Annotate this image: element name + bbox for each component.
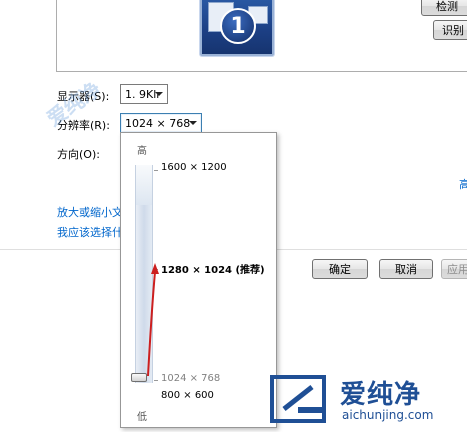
slider-tick: [154, 170, 158, 171]
watermark-logo-icon: [270, 375, 326, 423]
resolution-slider-thumb[interactable]: [131, 373, 147, 382]
watermark-url: aichunjing.com: [342, 408, 434, 422]
resolution-select-value: 1024 × 768: [125, 116, 191, 130]
cancel-button[interactable]: 取消: [379, 259, 433, 279]
monitor-number-badge: 1: [220, 8, 256, 44]
slider-low-label: 低: [137, 412, 147, 423]
chevron-down-icon: [189, 121, 197, 125]
detect-button[interactable]: 检测: [421, 0, 467, 16]
display-select[interactable]: 1. 9Klr: [120, 84, 168, 104]
identify-button[interactable]: 识别: [433, 20, 467, 40]
resolution-option[interactable]: 1600 × 1200: [161, 162, 227, 173]
slider-track-highlight: [136, 165, 152, 205]
resolution-option-recommended[interactable]: 1280 × 1024 (推荐): [161, 261, 265, 276]
chevron-down-icon: [155, 92, 163, 96]
watermark-title: 爱纯净: [340, 380, 422, 410]
slider-tick: [154, 269, 158, 270]
advanced-settings-link[interactable]: 高: [459, 176, 467, 192]
slider-tick: [154, 380, 158, 381]
resolution-select[interactable]: 1024 × 768: [120, 113, 202, 133]
resolution-option-current[interactable]: 1024 × 768: [161, 373, 220, 384]
apply-button[interactable]: 应用: [441, 259, 467, 279]
resolution-option[interactable]: 800 × 600: [161, 390, 214, 401]
ok-button[interactable]: 确定: [312, 259, 368, 279]
monitor-1-preview[interactable]: 1: [200, 0, 274, 56]
orientation-label: 方向(O):: [57, 148, 100, 161]
slider-high-label: 高: [137, 146, 147, 157]
